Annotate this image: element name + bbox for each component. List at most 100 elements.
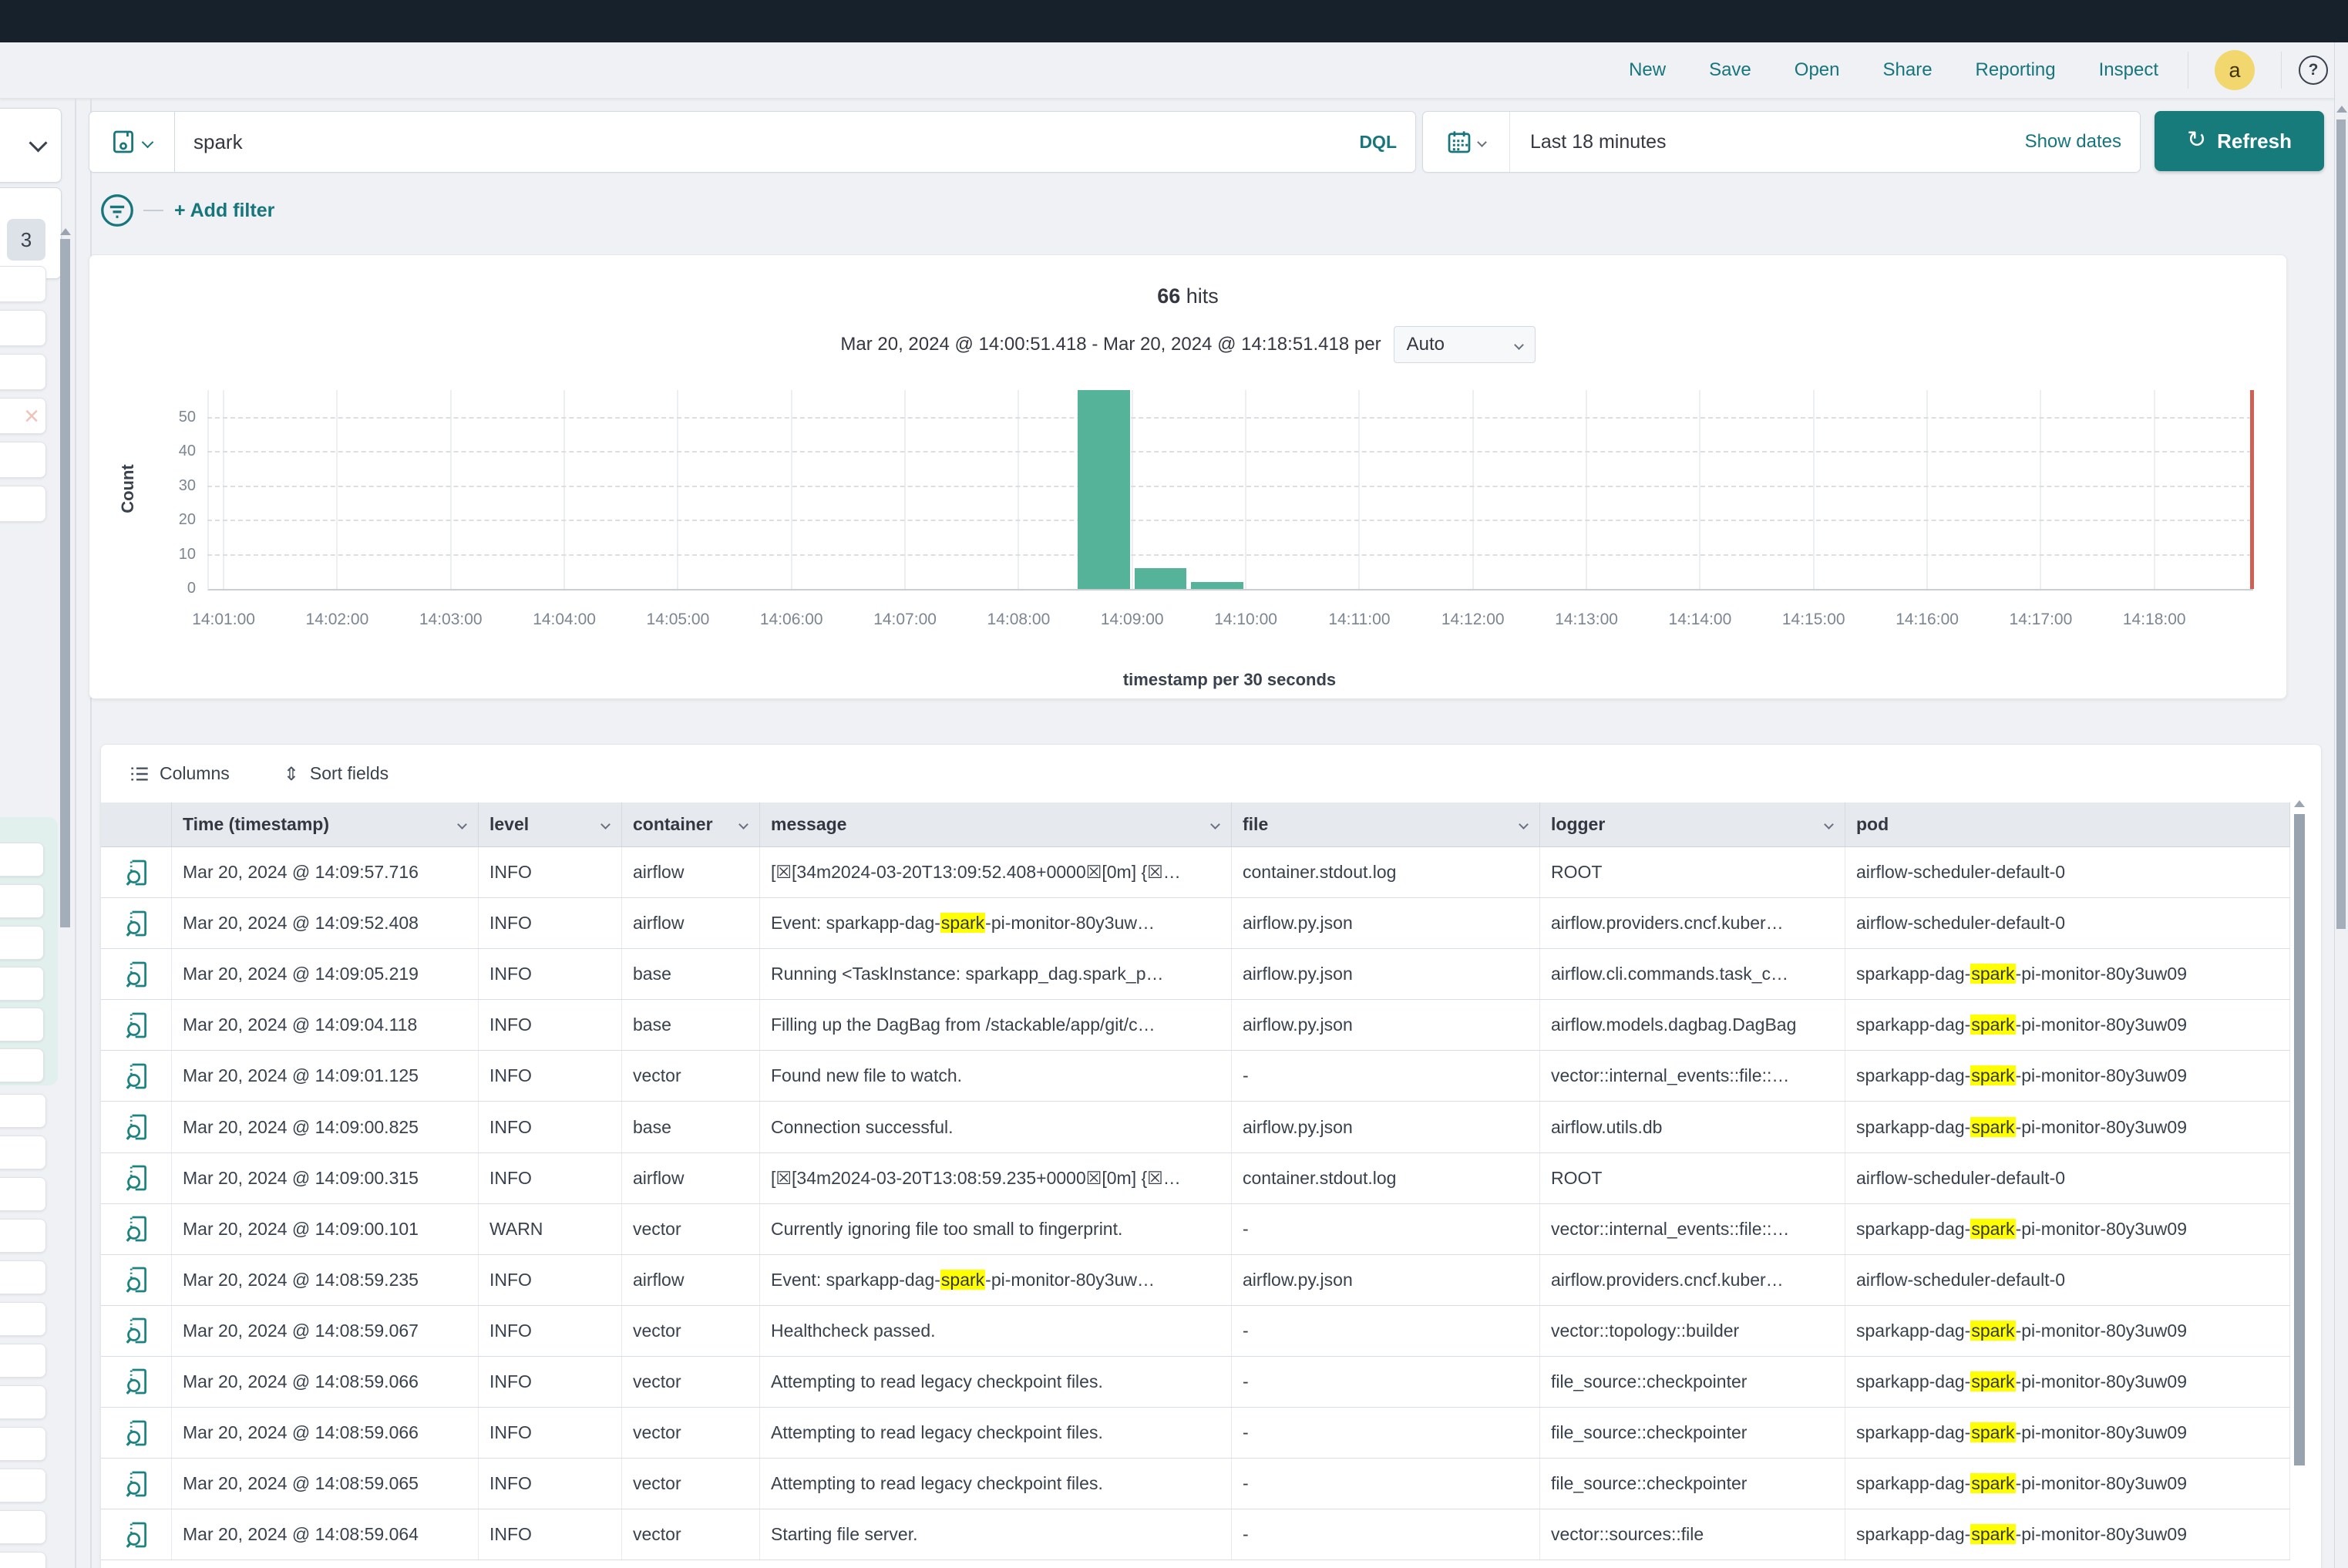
expand-document-button[interactable] <box>101 1204 172 1254</box>
column-header-time--timestamp-[interactable]: Time (timestamp) <box>172 803 479 846</box>
column-header-container[interactable]: container <box>622 803 760 846</box>
refresh-button[interactable]: ↻ Refresh <box>2155 111 2324 171</box>
nav-item-reporting[interactable]: Reporting <box>1976 59 2056 81</box>
x-tick-label: 14:08:00 <box>964 611 1072 629</box>
query-language-button[interactable]: DQL <box>1359 132 1415 153</box>
expand-document-button[interactable] <box>101 1357 172 1407</box>
cell-message: Attempting to read legacy checkpoint fil… <box>760 1408 1232 1458</box>
field-item[interactable] <box>0 1260 46 1294</box>
column-header-logger[interactable]: logger <box>1540 803 1845 846</box>
nav-item-inspect[interactable]: Inspect <box>2099 59 2158 81</box>
sidebar-scroll-up-icon[interactable] <box>60 228 71 235</box>
field-item[interactable] <box>0 442 46 478</box>
field-item[interactable] <box>0 884 44 918</box>
query-input[interactable] <box>175 130 1359 154</box>
column-header-label: container <box>633 814 713 835</box>
remove-field-icon[interactable]: × <box>24 403 45 429</box>
time-range-value[interactable]: Last 18 minutes <box>1510 131 2025 153</box>
histogram-bar[interactable] <box>1078 390 1130 589</box>
field-item[interactable] <box>0 1048 44 1082</box>
cell-level: INFO <box>479 949 622 999</box>
highlighted-term: spark <box>1970 1117 2015 1137</box>
table-scrollbar[interactable] <box>2294 814 2305 1465</box>
x-tick-label: 14:15:00 <box>1760 611 1868 629</box>
expand-document-button[interactable] <box>101 1459 172 1509</box>
nav-item-open[interactable]: Open <box>1795 59 1840 81</box>
help-icon[interactable]: ? <box>2299 56 2328 85</box>
field-item[interactable] <box>0 1219 46 1253</box>
expand-document-button[interactable] <box>101 1509 172 1560</box>
sort-fields-button[interactable]: ⇕ Sort fields <box>284 763 389 785</box>
sidebar-scrollbar[interactable] <box>60 239 70 927</box>
x-tick-label: 14:09:00 <box>1078 611 1186 629</box>
expand-document-button[interactable] <box>101 1051 172 1101</box>
cell-container: base <box>622 1000 760 1050</box>
field-item[interactable] <box>0 266 46 302</box>
field-item[interactable] <box>0 1427 46 1461</box>
page-scrollbar[interactable] <box>2336 119 2346 929</box>
column-header-pod[interactable]: pod <box>1845 803 2290 846</box>
column-header-message[interactable]: message <box>760 803 1232 846</box>
field-item[interactable] <box>0 310 46 346</box>
page-scroll-up-icon[interactable] <box>2336 106 2347 113</box>
field-item[interactable] <box>0 1094 46 1128</box>
field-item[interactable] <box>0 1136 46 1169</box>
cell-file: - <box>1232 1459 1540 1509</box>
y-gridline <box>207 554 2252 556</box>
cell-pod: sparkapp-dag-spark-pi-monitor-80y3uw09 <box>1845 1459 2290 1509</box>
cell-logger: airflow.models.dagbag.DagBag <box>1540 1000 1845 1050</box>
add-filter-button[interactable]: + Add filter <box>174 200 274 222</box>
expand-document-button[interactable] <box>101 847 172 897</box>
field-item[interactable]: × <box>0 398 46 434</box>
field-item[interactable] <box>0 1344 46 1378</box>
expand-document-button[interactable] <box>101 1102 172 1152</box>
cell-message: Event: sparkapp-dag-spark-pi-monitor-80y… <box>760 898 1232 948</box>
expand-document-button[interactable] <box>101 949 172 999</box>
histogram-bar[interactable] <box>1135 568 1187 589</box>
show-dates-button[interactable]: Show dates <box>2025 131 2140 153</box>
column-header-file[interactable]: file <box>1232 803 1540 846</box>
columns-button[interactable]: Columns <box>130 763 230 784</box>
filter-icon[interactable] <box>100 193 134 227</box>
cell-time: Mar 20, 2024 @ 14:09:52.408 <box>172 898 479 948</box>
field-item[interactable] <box>0 354 46 390</box>
highlighted-term: spark <box>1970 1524 2015 1544</box>
table-row: Mar 20, 2024 @ 14:08:59.235INFOairflowEv… <box>101 1255 2290 1306</box>
inspect-document-icon <box>125 1419 148 1447</box>
chart-plot-area <box>207 390 2253 591</box>
expand-document-button[interactable] <box>101 1000 172 1050</box>
collapse-sidebar-button[interactable] <box>0 108 62 183</box>
highlighted-term: spark <box>940 913 985 933</box>
table-scroll-up-icon[interactable] <box>2294 800 2305 807</box>
x-axis-title: timestamp per 30 seconds <box>1075 670 1384 690</box>
expand-document-button[interactable] <box>101 898 172 948</box>
field-item[interactable] <box>0 926 44 960</box>
field-item[interactable] <box>0 1177 46 1211</box>
cell-pod: sparkapp-dag-spark-pi-monitor-80y3uw09 <box>1845 1509 2290 1560</box>
field-item[interactable] <box>0 1302 46 1336</box>
nav-item-share[interactable]: Share <box>1883 59 1933 81</box>
field-item[interactable] <box>0 486 46 522</box>
field-item[interactable] <box>0 843 44 877</box>
field-item[interactable] <box>0 1469 46 1502</box>
histogram-bar[interactable] <box>1191 582 1243 589</box>
column-header-level[interactable]: level <box>479 803 622 846</box>
message-text: Attempting to read legacy checkpoint fil… <box>771 1473 1103 1494</box>
expand-document-button[interactable] <box>101 1255 172 1305</box>
expand-document-button[interactable] <box>101 1153 172 1203</box>
interval-select[interactable]: Auto <box>1394 326 1536 363</box>
saved-query-menu-button[interactable] <box>89 112 175 172</box>
cell-pod: sparkapp-dag-spark-pi-monitor-80y3uw09 <box>1845 1051 2290 1101</box>
expand-document-button[interactable] <box>101 1408 172 1458</box>
expand-document-button[interactable] <box>101 1306 172 1356</box>
field-item[interactable] <box>0 1552 46 1568</box>
nav-item-save[interactable]: Save <box>1709 59 1751 81</box>
x-tick-label: 14:13:00 <box>1532 611 1640 629</box>
nav-item-new[interactable]: New <box>1629 59 1666 81</box>
field-item[interactable] <box>0 1008 44 1041</box>
field-item[interactable] <box>0 1510 46 1544</box>
field-item[interactable] <box>0 967 44 1001</box>
date-quick-select-button[interactable] <box>1423 112 1510 172</box>
field-item[interactable] <box>0 1385 46 1419</box>
user-avatar[interactable]: a <box>2215 50 2255 90</box>
